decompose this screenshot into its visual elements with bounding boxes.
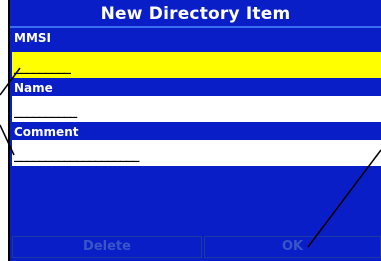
- callout-lines: [0, 67, 381, 248]
- callout-line-ok: [307, 149, 381, 248]
- callout-line-mmsi: [0, 67, 21, 96]
- callout-line-comment: [0, 124, 15, 156]
